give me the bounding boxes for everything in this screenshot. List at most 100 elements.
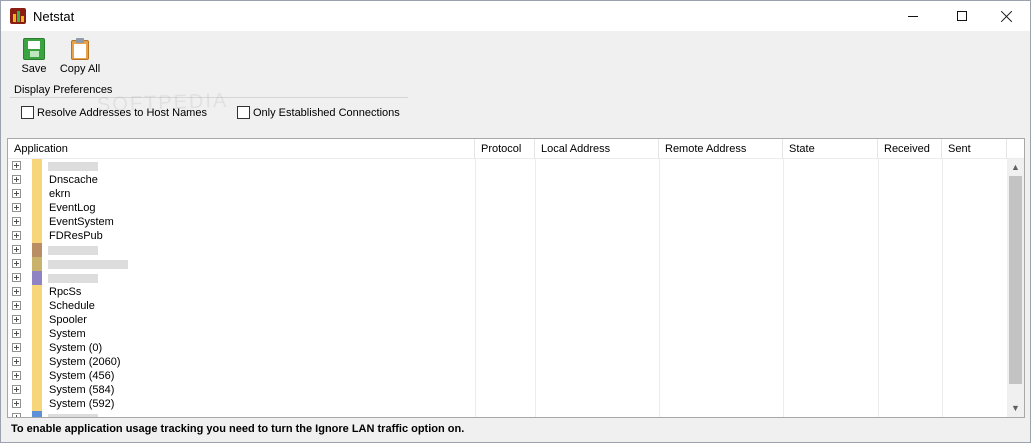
table-row[interactable] bbox=[8, 257, 1007, 271]
maximize-button[interactable] bbox=[939, 1, 985, 31]
expand-plus-icon[interactable] bbox=[12, 343, 21, 352]
table-row[interactable]: System (592) bbox=[8, 397, 1007, 411]
redacted-application-name bbox=[48, 260, 128, 269]
title-bar: Netstat bbox=[1, 1, 1030, 31]
application-name: System (592) bbox=[49, 398, 115, 410]
expand-plus-icon[interactable] bbox=[12, 245, 21, 254]
table-header: Application Protocol Local Address Remot… bbox=[8, 139, 1024, 159]
application-icon bbox=[32, 201, 42, 215]
application-name: ekrn bbox=[49, 188, 71, 200]
expand-plus-icon[interactable] bbox=[12, 189, 21, 198]
application-icon bbox=[32, 397, 42, 411]
expand-plus-icon[interactable] bbox=[12, 385, 21, 394]
column-header-received[interactable]: Received bbox=[878, 139, 942, 159]
established-connections-option[interactable]: Only Established Connections bbox=[237, 106, 400, 119]
column-header-protocol[interactable]: Protocol bbox=[475, 139, 535, 159]
resolve-addresses-option[interactable]: Resolve Addresses to Host Names bbox=[21, 106, 207, 119]
table-row[interactable]: Dnscache bbox=[8, 173, 1007, 187]
table-row[interactable]: System (0) bbox=[8, 341, 1007, 355]
application-name: RpcSs bbox=[49, 286, 82, 298]
connections-table[interactable]: Application Protocol Local Address Remot… bbox=[7, 138, 1025, 418]
expand-plus-icon[interactable] bbox=[12, 203, 21, 212]
close-icon bbox=[1001, 10, 1013, 22]
status-bar: To enable application usage tracking you… bbox=[1, 418, 1030, 442]
table-row[interactable] bbox=[8, 411, 1007, 417]
vertical-scrollbar[interactable]: ▲ ▼ bbox=[1007, 159, 1024, 417]
redacted-application-name bbox=[48, 246, 98, 255]
save-label: Save bbox=[21, 63, 47, 75]
display-preferences-label: Display Preferences bbox=[14, 84, 113, 96]
expand-plus-icon[interactable] bbox=[12, 217, 21, 226]
table-row[interactable]: ekrn bbox=[8, 187, 1007, 201]
table-row[interactable]: System (584) bbox=[8, 383, 1007, 397]
application-icon bbox=[32, 257, 42, 271]
expand-plus-icon[interactable] bbox=[12, 231, 21, 240]
column-header-sent[interactable]: Sent bbox=[942, 139, 1007, 159]
expand-plus-icon[interactable] bbox=[12, 273, 21, 282]
application-icon bbox=[32, 271, 42, 285]
expand-plus-icon[interactable] bbox=[12, 161, 21, 170]
expand-plus-icon[interactable] bbox=[12, 175, 21, 184]
table-row[interactable]: Spooler bbox=[8, 313, 1007, 327]
expand-plus-icon[interactable] bbox=[12, 259, 21, 268]
application-name: EventLog bbox=[49, 202, 96, 214]
expand-plus-icon[interactable] bbox=[12, 371, 21, 380]
scroll-up-arrow-icon[interactable]: ▲ bbox=[1007, 159, 1024, 176]
table-row[interactable] bbox=[8, 271, 1007, 285]
resolve-addresses-checkbox[interactable] bbox=[21, 106, 34, 119]
established-connections-label: Only Established Connections bbox=[253, 106, 400, 119]
netstat-window: Netstat Save Copy All Display Preference… bbox=[0, 0, 1031, 443]
table-row[interactable]: RpcSs bbox=[8, 285, 1007, 299]
application-icon bbox=[32, 285, 42, 299]
application-name: Schedule bbox=[49, 300, 95, 312]
expand-plus-icon[interactable] bbox=[12, 287, 21, 296]
resolve-addresses-label: Resolve Addresses to Host Names bbox=[37, 106, 207, 119]
table-row[interactable]: Schedule bbox=[8, 299, 1007, 313]
expand-plus-icon[interactable] bbox=[12, 329, 21, 338]
redacted-application-name bbox=[48, 274, 98, 283]
redacted-application-name bbox=[48, 162, 98, 171]
copy-all-button[interactable]: Copy All bbox=[57, 38, 103, 82]
table-row[interactable] bbox=[8, 159, 1007, 173]
expand-plus-icon[interactable] bbox=[12, 315, 21, 324]
minimize-button[interactable] bbox=[890, 1, 936, 31]
application-icon bbox=[32, 243, 42, 257]
table-row[interactable]: FDResPub bbox=[8, 229, 1007, 243]
application-name: System (0) bbox=[49, 342, 103, 354]
application-name: Spooler bbox=[49, 314, 87, 326]
application-icon bbox=[32, 159, 42, 173]
column-header-state[interactable]: State bbox=[783, 139, 878, 159]
save-button[interactable]: Save bbox=[14, 38, 54, 82]
application-icon bbox=[32, 299, 42, 313]
table-row[interactable]: EventLog bbox=[8, 201, 1007, 215]
column-header-application[interactable]: Application bbox=[8, 139, 475, 159]
column-header-remote-address[interactable]: Remote Address bbox=[659, 139, 783, 159]
application-icon bbox=[32, 383, 42, 397]
application-name: EventSystem bbox=[49, 216, 114, 228]
application-icon bbox=[32, 187, 42, 201]
scroll-down-arrow-icon[interactable]: ▼ bbox=[1007, 400, 1024, 417]
expand-plus-icon[interactable] bbox=[12, 399, 21, 408]
table-row[interactable]: System (456) bbox=[8, 369, 1007, 383]
minimize-icon bbox=[908, 16, 918, 17]
application-name: Dnscache bbox=[49, 174, 98, 186]
table-row[interactable]: EventSystem bbox=[8, 215, 1007, 229]
application-icon bbox=[32, 229, 42, 243]
application-icon bbox=[32, 313, 42, 327]
floppy-disk-icon bbox=[23, 38, 45, 60]
table-row[interactable] bbox=[8, 243, 1007, 257]
table-row[interactable]: System bbox=[8, 327, 1007, 341]
expand-plus-icon[interactable] bbox=[12, 301, 21, 310]
column-header-local-address[interactable]: Local Address bbox=[535, 139, 659, 159]
application-name: FDResPub bbox=[49, 230, 103, 242]
expand-plus-icon[interactable] bbox=[12, 357, 21, 366]
application-icon bbox=[32, 327, 42, 341]
application-icon bbox=[32, 341, 42, 355]
application-icon bbox=[32, 215, 42, 229]
table-row[interactable]: System (2060) bbox=[8, 355, 1007, 369]
established-connections-checkbox[interactable] bbox=[237, 106, 250, 119]
scrollbar-thumb[interactable] bbox=[1009, 176, 1022, 384]
app-chart-icon bbox=[10, 8, 26, 24]
close-button[interactable] bbox=[984, 1, 1030, 31]
maximize-icon bbox=[957, 11, 967, 21]
